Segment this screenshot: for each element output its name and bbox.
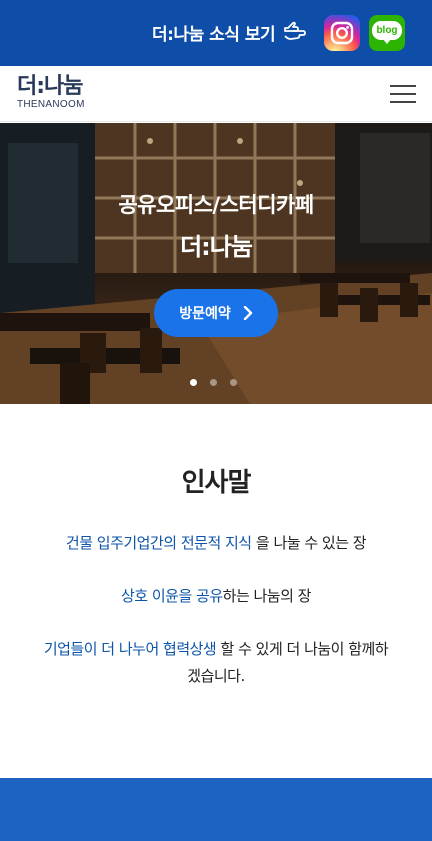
hero-brand: 더:나눔 bbox=[180, 233, 253, 261]
blog-icon[interactable]: blog bbox=[369, 15, 405, 51]
blog-label: blog bbox=[372, 21, 402, 40]
greeting-line-3-continued: 겠습니다. bbox=[187, 667, 245, 685]
greeting-line-2-highlight: 상호 이윤을 공유 bbox=[121, 587, 223, 605]
instagram-icon[interactable] bbox=[324, 15, 360, 51]
greeting-line-2-text: 하는 나눔의 장 bbox=[222, 587, 312, 605]
visit-reservation-button[interactable]: 방문예약 bbox=[154, 289, 278, 337]
top-bar: 더:나눔 소식 보기 blog bbox=[0, 0, 432, 66]
blog-bubble-tail bbox=[383, 39, 391, 44]
slider-dot-3[interactable] bbox=[230, 379, 237, 386]
hero-overlay bbox=[0, 123, 432, 404]
greeting-section: 인사말 건물 입주기업간의 전문적 지식 을 나눌 수 있는 장 상호 이윤을 … bbox=[0, 404, 432, 778]
news-link[interactable]: 더:나눔 소식 보기 bbox=[152, 18, 307, 46]
slider-pagination bbox=[190, 379, 244, 387]
greeting-line-3: 기업들이 더 나누어 협력상생 할 수 있게 더 나눔이 함께하 bbox=[0, 635, 432, 663]
greeting-line-1-highlight: 건물 입주기업간의 전문적 지식 bbox=[65, 534, 252, 552]
chevron-right-icon bbox=[243, 306, 252, 320]
news-link-label: 더:나눔 소식 보기 bbox=[152, 24, 276, 45]
footer-band bbox=[0, 778, 432, 841]
site-header: 더:나눔 THENANOOM bbox=[0, 66, 432, 122]
slider-dot-1[interactable] bbox=[190, 379, 197, 386]
greeting-line-3-text: 할 수 있게 더 나눔이 함께하 bbox=[216, 640, 389, 658]
instagram-glyph bbox=[330, 21, 354, 45]
greeting-line-1-text: 을 나눌 수 있는 장 bbox=[251, 534, 367, 552]
visit-reservation-label: 방문예약 bbox=[179, 306, 231, 322]
greeting-title: 인사말 bbox=[181, 468, 252, 498]
logo-korean: 더:나눔 bbox=[17, 74, 84, 99]
slider-dot-2[interactable] bbox=[210, 379, 217, 386]
greeting-line-1: 건물 입주기업간의 전문적 지식 을 나눌 수 있는 장 bbox=[0, 529, 432, 557]
logo-english: THENANOOM bbox=[17, 99, 85, 110]
hamburger-menu-icon[interactable] bbox=[390, 85, 416, 103]
hero-title: 공유오피스/스터디카페 bbox=[118, 193, 314, 217]
greeting-line-3-highlight: 기업들이 더 나누어 협력상생 bbox=[43, 640, 217, 658]
site-logo[interactable]: 더:나눔 THENANOOM bbox=[17, 75, 85, 111]
pointing-hand-icon bbox=[284, 21, 307, 40]
hero-slider: 공유오피스/스터디카페 더:나눔 방문예약 bbox=[0, 123, 432, 404]
greeting-line-2: 상호 이윤을 공유하는 나눔의 장 bbox=[0, 582, 432, 610]
